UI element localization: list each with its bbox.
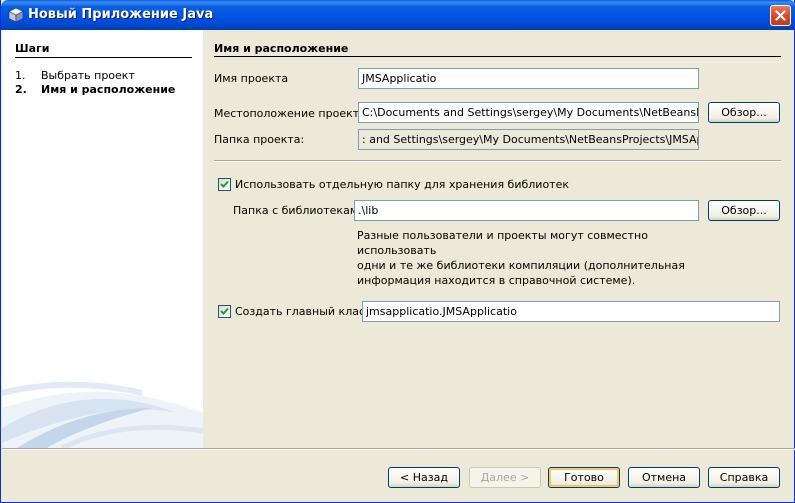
step-label: Имя и расположение: [41, 83, 176, 96]
close-icon: [775, 10, 786, 21]
libraries-info-text: Разные пользователи и проекты могут совм…: [357, 228, 702, 288]
section-divider: [214, 160, 781, 162]
help-button[interactable]: Справка: [708, 467, 780, 488]
project-folder-label: Папка проекта:: [214, 133, 305, 146]
project-location-input[interactable]: C:\Documents and Settings\sergey\My Docu…: [358, 102, 699, 123]
netbeans-cube-icon: [8, 7, 24, 23]
steps-title: Шаги: [15, 42, 50, 55]
main-class-input[interactable]: jmsapplicatio.JMSApplicatio: [362, 301, 780, 322]
project-name-label: Имя проекта: [214, 72, 289, 85]
step-name-and-location: 2. Имя и расположение: [15, 83, 175, 96]
steps-panel: Шаги 1. Выбрать проект 2. Имя и расположен…: [2, 30, 203, 448]
steps-divider: [15, 57, 192, 58]
checkmark-icon: [220, 307, 229, 315]
step-choose-project: 1. Выбрать проект: [15, 69, 135, 82]
separate-libraries-label[interactable]: Использовать отдельную папку для хранени…: [235, 178, 569, 191]
step-number: 1.: [15, 69, 26, 82]
wizard-content: Имя и расположение Имя проекта JMSApplic…: [204, 30, 794, 448]
cancel-button[interactable]: Отмена: [628, 467, 700, 488]
browse-location-button[interactable]: Обзор...: [708, 102, 780, 123]
title-bar[interactable]: Новый Приложение Java: [1, 0, 795, 30]
libraries-folder-input[interactable]: .\lib: [354, 200, 699, 221]
create-main-class-checkbox[interactable]: [218, 305, 231, 318]
next-button[interactable]: Далее >: [469, 467, 541, 488]
page-title: Имя и расположение: [214, 42, 349, 55]
close-button[interactable]: [770, 5, 791, 26]
button-bar-divider: [2, 448, 795, 450]
separate-libraries-checkbox[interactable]: [218, 178, 231, 191]
project-name-input[interactable]: JMSApplicatio: [358, 68, 699, 89]
info-line: Разные пользователи и проекты могут совм…: [357, 229, 648, 257]
step-number: 2.: [15, 83, 27, 96]
project-folder-field: : and Settings\sergey\My Documents\NetBe…: [358, 129, 699, 150]
finish-button[interactable]: Готово: [548, 467, 620, 488]
window-title: Новый Приложение Java: [28, 7, 214, 22]
page-title-divider: [214, 56, 781, 57]
checkmark-icon: [220, 180, 229, 188]
browse-libraries-button[interactable]: Обзор...: [708, 200, 780, 221]
decorative-swoosh-graphic: [2, 381, 203, 448]
create-main-class-label[interactable]: Создать главный класс: [235, 305, 371, 318]
libraries-folder-label: Папка с библиотеками:: [233, 204, 369, 217]
new-java-application-dialog: Новый Приложение Java Шаги 1. Выбрать про…: [0, 0, 795, 503]
step-label: Выбрать проект: [41, 69, 135, 82]
info-line: одни и те же библиотеки компиляции (допо…: [357, 259, 685, 272]
info-line: информация находится в справочной систем…: [357, 274, 636, 287]
project-location-label: Местоположение проекта: [214, 107, 366, 120]
back-button[interactable]: < Назад: [388, 467, 460, 488]
